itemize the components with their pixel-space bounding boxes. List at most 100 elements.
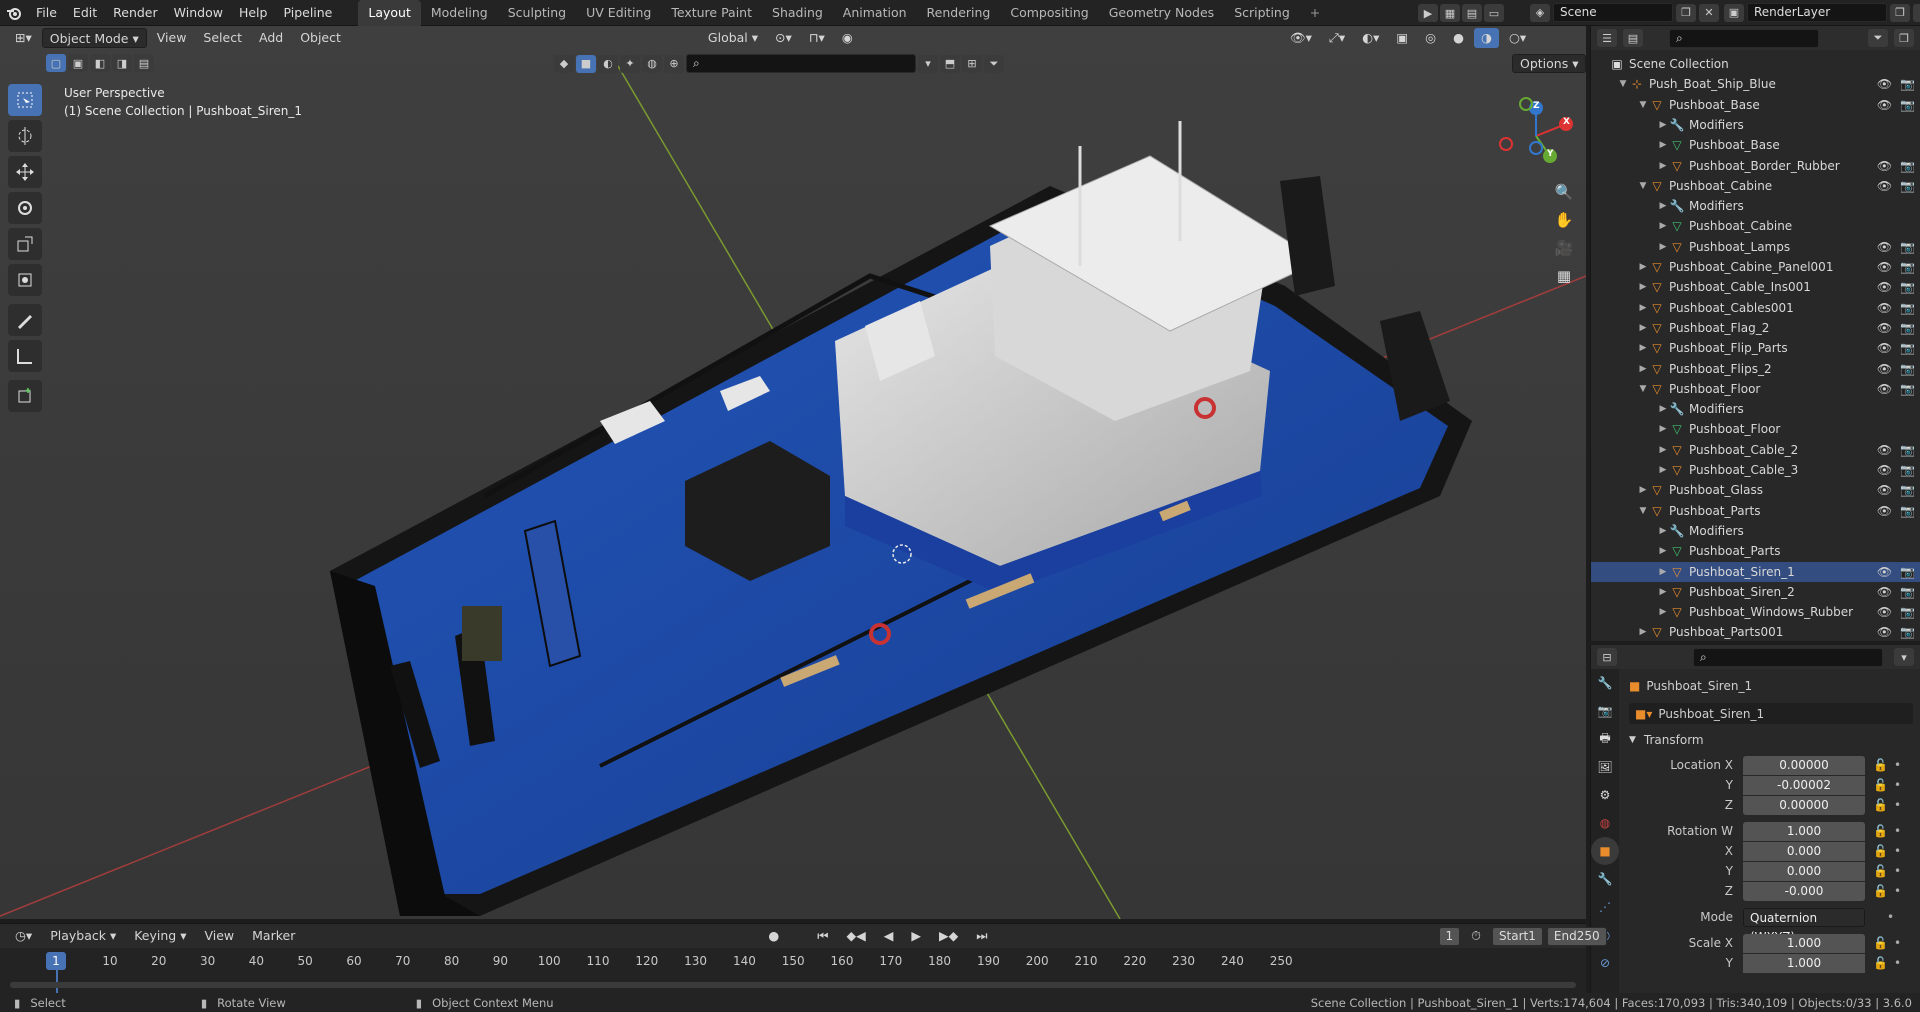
select-subtract-icon[interactable]: ◧ [90, 54, 110, 72]
menu-window[interactable]: Window [166, 0, 231, 26]
keying-menu[interactable]: Keying ▾ [127, 926, 193, 946]
expand-down-icon[interactable]: ▼ [1637, 100, 1649, 110]
shading-wireframe-icon[interactable]: ◎ [1418, 28, 1443, 48]
menu-edit[interactable]: Edit [65, 0, 105, 26]
expand-right-icon[interactable]: ▶ [1657, 201, 1669, 211]
outliner-row[interactable]: ▶ ▽ Pushboat_Flip_Parts 👁 📷 [1591, 338, 1920, 358]
outliner-row[interactable]: ▼ ⊹ Push_Boat_Ship_Blue 👁 📷 [1591, 74, 1920, 94]
select-extend-icon[interactable]: ▣ [68, 54, 88, 72]
select-new-icon[interactable]: ▢ [46, 54, 66, 72]
expand-right-icon[interactable]: ▶ [1657, 242, 1669, 252]
play-icon[interactable]: ▶ [904, 926, 928, 946]
folder-icon[interactable]: ▭ [1484, 4, 1504, 22]
object-types-icon[interactable]: ◆ [554, 54, 574, 73]
transform-panel-header[interactable]: ▼ Transform [1629, 733, 1704, 747]
new-scene-icon[interactable]: ❐ [1676, 3, 1696, 22]
scale-icon[interactable] [8, 228, 42, 260]
eye-icon[interactable]: 👁 [1877, 362, 1892, 376]
play-reverse-icon[interactable]: ◀ [877, 926, 901, 946]
mode-dropdown[interactable]: Object Mode ▾ [41, 28, 147, 48]
keyframe-dot-icon[interactable]: • [1894, 864, 1901, 878]
eye-icon[interactable]: 👁 [1877, 463, 1892, 477]
menu-render[interactable]: Render [105, 0, 166, 26]
gizmo-toggle-icon[interactable]: ⤢▾ [1322, 28, 1352, 48]
tab-modeling[interactable]: Modeling [421, 0, 498, 26]
snap-icon[interactable]: ⊓▾ [802, 28, 832, 48]
prev-keyframe-icon[interactable]: ◆◀ [840, 926, 873, 946]
outliner-row[interactable]: ▣ Scene Collection [1591, 54, 1920, 74]
current-frame-field[interactable]: 1 [1438, 926, 1461, 946]
outliner-row[interactable]: ▼ ▽ Pushboat_Floor 👁 📷 [1591, 379, 1920, 399]
eye-icon[interactable]: 👁 [1877, 625, 1892, 639]
rotation-x-field[interactable]: 0.000 [1743, 841, 1865, 861]
keyframe-dot-icon[interactable]: • [1894, 758, 1901, 772]
outliner-row[interactable]: ▶ ▽ Pushboat_Cable_Ins001 👁 📷 [1591, 277, 1920, 297]
keyframe-dot-icon[interactable]: • [1894, 778, 1901, 792]
object-datablock-field[interactable]: ■▾ Pushboat_Siren_1 [1629, 703, 1913, 724]
shading-solid-icon[interactable]: ● [1446, 28, 1471, 48]
eye-icon[interactable]: 👁 [1877, 260, 1892, 274]
render-tab-icon[interactable]: 📷 [1591, 697, 1619, 725]
rotation-w-field[interactable]: 1.000 [1743, 821, 1865, 841]
other-filter-icon[interactable]: ⊕ [664, 54, 684, 73]
eye-icon[interactable]: 👁 [1877, 98, 1892, 112]
outliner-row[interactable]: ▶ ▽ Pushboat_Base [1591, 135, 1920, 155]
outliner-row[interactable]: ▶ ▽ Pushboat_Siren_2 👁 📷 [1591, 582, 1920, 602]
next-keyframe-icon[interactable]: ▶◆ [932, 926, 965, 946]
menu-pipeline[interactable]: Pipeline [275, 0, 340, 26]
lock-icon[interactable]: 🔓 [1873, 824, 1888, 838]
expand-down-icon[interactable]: ▼ [1637, 181, 1649, 191]
properties-options-icon[interactable]: ▾ [1894, 648, 1914, 666]
keyframe-dot-icon[interactable]: • [1894, 824, 1901, 838]
keyframe-dot-icon[interactable]: • [1894, 884, 1901, 898]
output-tab-icon[interactable]: 🖶 [1591, 725, 1619, 753]
expand-right-icon[interactable]: ▶ [1657, 404, 1669, 414]
lock-icon[interactable]: 🔓 [1873, 936, 1888, 950]
expand-right-icon[interactable]: ▶ [1657, 526, 1669, 536]
expand-right-icon[interactable]: ▶ [1637, 343, 1649, 353]
add-workspace-icon[interactable]: + [1300, 0, 1330, 26]
playhead-frame[interactable]: 1 [46, 952, 66, 970]
render-camera-icon[interactable]: 📷 [1900, 159, 1915, 173]
eye-icon[interactable]: 👁 [1877, 565, 1892, 579]
lock-icon[interactable]: 🔓 [1873, 758, 1888, 772]
timeline-ruler[interactable]: 1 10 20 30 40 50 60 70 80 90 100 110 120 130 140 150 16… [0, 948, 1586, 994]
view-menu[interactable]: View [150, 28, 194, 48]
location-y-field[interactable]: -0.00002 [1743, 775, 1865, 795]
eye-icon[interactable]: 👁 [1877, 585, 1892, 599]
lock-icon[interactable]: 🔓 [1873, 844, 1888, 858]
outliner-row[interactable]: ▶ 🔧 Modifiers [1591, 196, 1920, 216]
render-camera-icon[interactable]: 📷 [1900, 260, 1915, 274]
tab-shading[interactable]: Shading [762, 0, 833, 26]
eye-icon[interactable]: 👁 [1877, 483, 1892, 497]
tab-texture-paint[interactable]: Texture Paint [661, 0, 762, 26]
menu-file[interactable]: File [28, 0, 65, 26]
rotation-y-field[interactable]: 0.000 [1743, 861, 1865, 881]
eye-icon[interactable]: 👁 [1877, 443, 1892, 457]
expand-down-icon[interactable]: ▼ [1637, 384, 1649, 394]
outliner-editor-icon[interactable]: ☰ [1597, 29, 1617, 47]
render-camera-icon[interactable]: 📷 [1900, 321, 1915, 335]
outliner-row[interactable]: ▶ ▽ Pushboat_Siren_1 👁 📷 [1591, 561, 1920, 582]
keyframe-dot-icon[interactable]: • [1887, 910, 1894, 924]
playback-menu[interactable]: Playback ▾ [43, 926, 123, 946]
render-camera-icon[interactable]: 📷 [1900, 565, 1915, 579]
outliner-row[interactable]: ▶ 🔧 Modifiers [1591, 521, 1920, 541]
outliner-row[interactable]: ▶ ▽ Pushboat_Cabine [1591, 216, 1920, 236]
delete-scene-icon[interactable]: ✕ [1699, 3, 1719, 22]
expand-right-icon[interactable]: ▶ [1637, 303, 1649, 313]
bookmark-icon-2[interactable]: ⬒ [940, 54, 960, 73]
render-camera-icon[interactable]: 📷 [1900, 179, 1915, 193]
render-camera-icon[interactable]: 📷 [1900, 483, 1915, 497]
zoom-icon[interactable]: 🔍 [1550, 178, 1578, 206]
menu-help[interactable]: Help [231, 0, 276, 26]
lock-icon[interactable]: 🔓 [1873, 798, 1888, 812]
render-camera-icon[interactable]: 📷 [1900, 341, 1915, 355]
new-collection-icon[interactable]: ❐ [1894, 29, 1914, 47]
outliner-row[interactable]: ▶ ▽ Pushboat_Windows_Rubber 👁 📷 [1591, 602, 1920, 622]
select-box-icon[interactable] [8, 84, 42, 116]
pivot-icon[interactable]: ⊙▾ [768, 28, 799, 48]
expand-right-icon[interactable]: ▶ [1657, 465, 1669, 475]
render-camera-icon[interactable]: 📷 [1900, 382, 1915, 396]
outliner-row[interactable]: ▶ ▽ Pushboat_Border_Rubber 👁 📷 [1591, 156, 1920, 176]
